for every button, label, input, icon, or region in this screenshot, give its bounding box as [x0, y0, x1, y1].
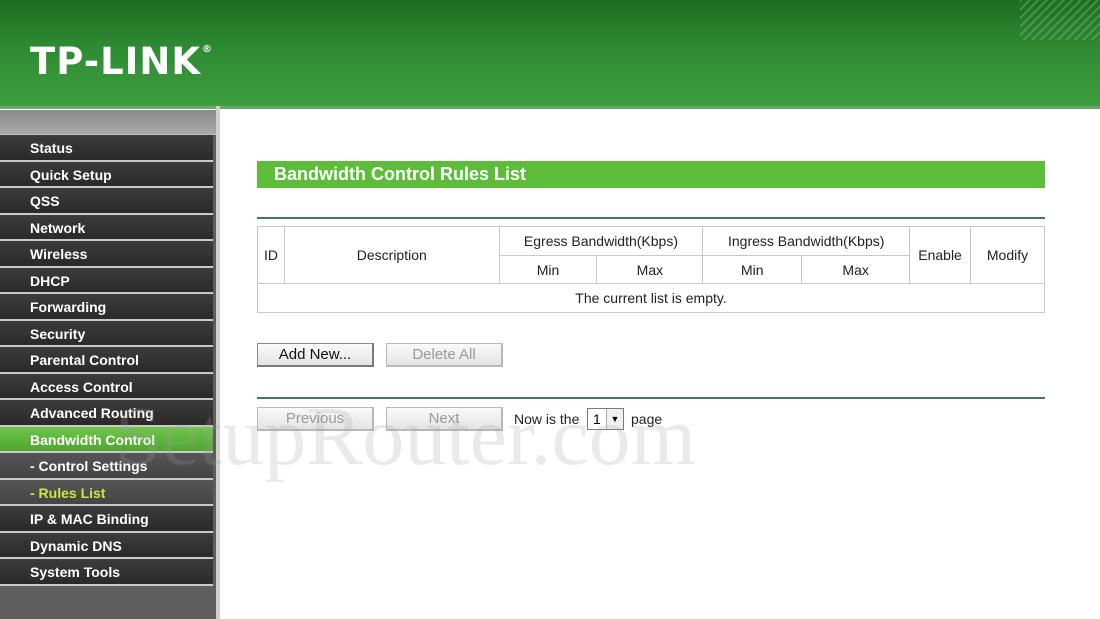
table-top-rule — [257, 217, 1045, 219]
col-header-ingress-min: Min — [702, 255, 803, 284]
delete-all-button[interactable]: Delete All — [386, 343, 503, 367]
menu-list: Status Quick Setup QSS Network Wireless … — [0, 135, 216, 586]
col-header-egress: Egress Bandwidth(Kbps) — [498, 226, 704, 256]
page-select-value: 1 — [593, 411, 601, 427]
menu-item-security[interactable]: Security — [0, 320, 213, 347]
rules-table: ID Description Egress Bandwidth(Kbps) In… — [257, 226, 1045, 313]
add-new-button[interactable]: Add New... — [257, 343, 374, 367]
page-title: Bandwidth Control Rules List — [257, 161, 1045, 188]
menu-item-wireless[interactable]: Wireless — [0, 241, 213, 268]
col-header-egress-min: Min — [498, 255, 598, 284]
menu-item-qss[interactable]: QSS — [0, 188, 213, 215]
menu-item-network[interactable]: Network — [0, 214, 213, 241]
header-banner: TP-LINK® — [0, 0, 1100, 109]
sidebar-divider — [216, 106, 220, 619]
menu-item-dynamic-dns[interactable]: Dynamic DNS — [0, 532, 213, 559]
menu-subitem-control-settings[interactable]: - Control Settings — [0, 453, 213, 480]
menu-item-bandwidth-control[interactable]: Bandwidth Control — [0, 426, 213, 453]
table-header-row: ID Description Egress Bandwidth(Kbps) In… — [257, 226, 1045, 284]
menu-item-parental-control[interactable]: Parental Control — [0, 347, 213, 374]
col-header-enable: Enable — [909, 226, 972, 284]
col-header-ingress: Ingress Bandwidth(Kbps) — [702, 226, 911, 256]
menu-item-ip-mac-binding[interactable]: IP & MAC Binding — [0, 506, 213, 533]
previous-button[interactable]: Previous — [257, 407, 374, 431]
empty-list-message: The current list is empty. — [257, 283, 1045, 313]
menu-item-system-tools[interactable]: System Tools — [0, 559, 213, 586]
col-header-description: Description — [283, 226, 500, 284]
menu-subitem-rules-list[interactable]: - Rules List — [0, 479, 213, 506]
header-decoration — [1020, 0, 1100, 40]
sidebar-top-strip — [0, 110, 216, 135]
col-header-ingress-max: Max — [801, 255, 911, 284]
menu-item-access-control[interactable]: Access Control — [0, 373, 213, 400]
col-header-id: ID — [257, 226, 285, 284]
pager-suffix: page — [631, 411, 663, 427]
menu-item-quick-setup[interactable]: Quick Setup — [0, 161, 213, 188]
next-button[interactable]: Next — [386, 407, 503, 431]
menu-item-dhcp[interactable]: DHCP — [0, 267, 213, 294]
col-header-modify: Modify — [970, 226, 1045, 284]
menu-item-status[interactable]: Status — [0, 135, 213, 162]
menu-item-forwarding[interactable]: Forwarding — [0, 294, 213, 321]
table-row: The current list is empty. — [257, 283, 1045, 313]
menu-item-advanced-routing[interactable]: Advanced Routing — [0, 400, 213, 427]
pager-prefix: Now is the — [514, 411, 580, 427]
sidebar-menu: Status Quick Setup QSS Network Wireless … — [0, 110, 216, 619]
col-header-egress-max: Max — [596, 255, 704, 284]
tp-link-logo: TP-LINK® — [30, 40, 214, 83]
pager-top-rule — [257, 397, 1045, 399]
page-select[interactable]: 1 ▼ — [587, 408, 624, 430]
chevron-down-icon: ▼ — [606, 409, 623, 429]
